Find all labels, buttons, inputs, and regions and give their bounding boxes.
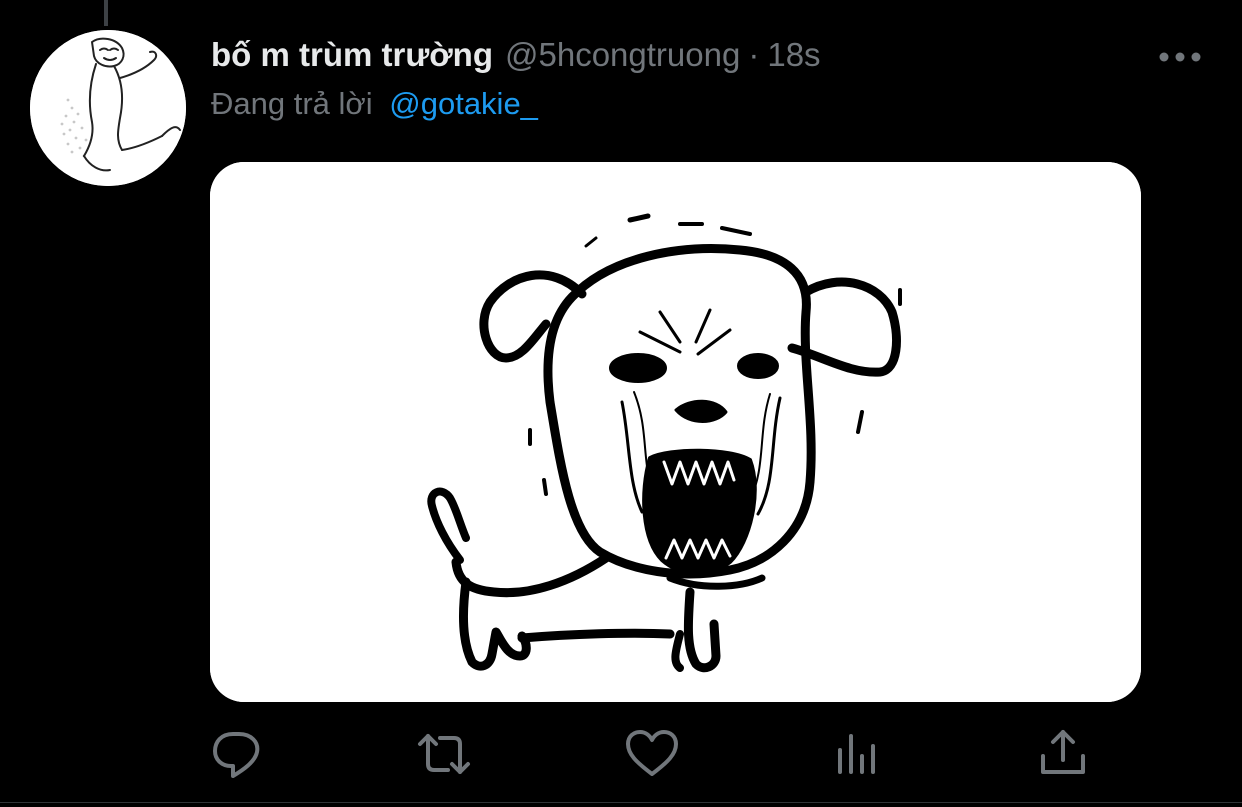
tweet-image[interactable] — [210, 162, 1141, 702]
tweet-header: bố m trùm trường @5hcongtruong · 18s — [211, 36, 821, 80]
display-name[interactable]: bố m trùm trường — [211, 36, 493, 74]
user-handle[interactable]: @5hcongtruong — [505, 36, 740, 74]
timestamp[interactable]: 18s — [767, 36, 820, 74]
thread-connector-line — [104, 0, 108, 26]
speech-bubble-icon — [213, 732, 260, 778]
share-button[interactable] — [1035, 726, 1091, 782]
share-upload-icon — [1041, 730, 1085, 774]
heart-icon — [626, 730, 678, 776]
reply-button[interactable] — [209, 726, 265, 782]
more-options-icon[interactable] — [1155, 44, 1205, 70]
like-button[interactable] — [624, 726, 680, 782]
retweet-arrows-icon — [418, 734, 470, 774]
replying-to-user-link[interactable]: @gotakie_ — [389, 86, 538, 121]
avatar-sketch-image — [30, 30, 186, 186]
avatar[interactable] — [30, 30, 186, 186]
analytics-button[interactable] — [830, 726, 886, 782]
bottom-divider — [0, 802, 1242, 803]
replying-to-line: Đang trả lời @gotakie_ — [211, 86, 538, 122]
tweet-card[interactable]: bố m trùm trường @5hcongtruong · 18s Đan… — [0, 0, 1242, 807]
angry-dog-drawing — [210, 162, 1141, 702]
retweet-button[interactable] — [416, 726, 472, 782]
separator-dot: · — [748, 36, 760, 73]
bar-chart-icon — [838, 734, 875, 774]
tweet-action-bar — [0, 726, 1242, 782]
replying-to-label: Đang trả lời — [211, 86, 373, 121]
